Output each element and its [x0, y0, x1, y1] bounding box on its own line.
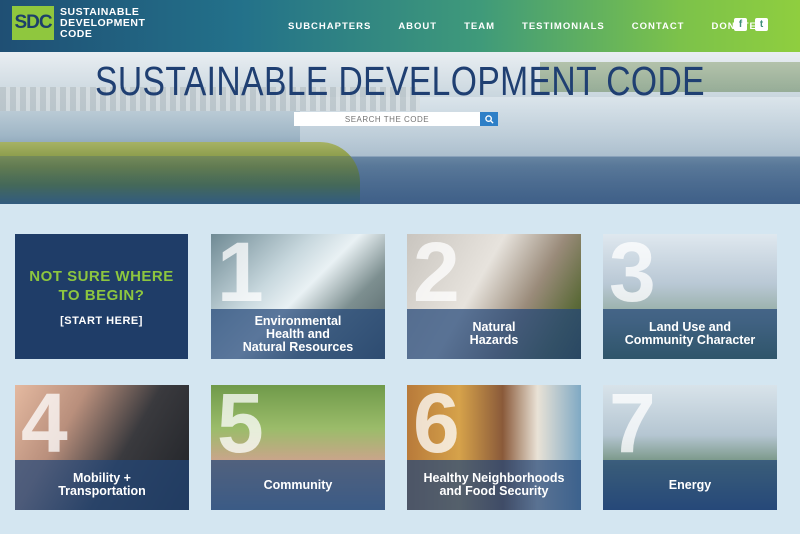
tile-number: 1	[217, 234, 264, 319]
site-logo[interactable]: SDC SUSTAINABLE DEVELOPMENT CODE	[12, 6, 145, 40]
top-nav: SDC SUSTAINABLE DEVELOPMENT CODE SUBCHAP…	[0, 0, 800, 52]
tile-land-use[interactable]: 3 Land Use and Community Character	[603, 234, 777, 359]
start-here-card[interactable]: NOT SURE WHERE TO BEGIN? [START HERE]	[15, 234, 188, 359]
tile-label: Healthy Neighborhoods and Food Security	[407, 460, 581, 510]
tile-label: Environmental Health and Natural Resourc…	[211, 309, 385, 359]
tile-environmental-health[interactable]: 1 Environmental Health and Natural Resou…	[211, 234, 385, 359]
tile-mobility[interactable]: 4 Mobility + Transportation	[15, 385, 189, 510]
logo-line: SUSTAINABLE	[60, 5, 140, 18]
tile-number: 6	[413, 385, 460, 470]
tile-label: Energy	[603, 460, 777, 510]
tile-number: 7	[609, 385, 656, 470]
hero-band	[0, 156, 800, 204]
page-title: SUSTAINABLE DEVELOPMENT CODE	[95, 58, 705, 104]
nav-link-about[interactable]: ABOUT	[398, 21, 437, 32]
logo-line: CODE	[60, 27, 93, 40]
tile-natural-hazards[interactable]: 2 Natural Hazards	[407, 234, 581, 359]
start-here-link[interactable]: [START HERE]	[60, 315, 143, 327]
tile-number: 5	[217, 385, 264, 470]
nav-link-team[interactable]: TEAM	[464, 21, 495, 32]
tile-label: Natural Hazards	[407, 309, 581, 359]
logo-wordmark: SUSTAINABLE DEVELOPMENT CODE	[60, 5, 146, 40]
tile-label: Mobility + Transportation	[15, 460, 189, 510]
logo-mark: SDC	[12, 6, 54, 40]
nav-link-contact[interactable]: CONTACT	[632, 21, 685, 32]
tile-number: 4	[21, 385, 68, 470]
tile-number: 2	[413, 234, 460, 319]
tile-number: 3	[609, 234, 656, 319]
tile-label: Land Use and Community Character	[603, 309, 777, 359]
nav-link-subchapters[interactable]: SUBCHAPTERS	[288, 21, 371, 32]
tile-label: Community	[211, 460, 385, 510]
hero-banner: SUSTAINABLE DEVELOPMENT CODE	[0, 52, 800, 204]
tile-energy[interactable]: 7 Energy	[603, 385, 777, 510]
start-question: NOT SURE WHERE TO BEGIN?	[29, 267, 174, 304]
logo-line: DEVELOPMENT	[60, 16, 146, 29]
twitter-icon[interactable]: t	[755, 18, 768, 31]
search-input[interactable]	[294, 112, 480, 126]
main-menu: SUBCHAPTERS ABOUT TEAM TESTIMONIALS CONT…	[288, 0, 784, 52]
nav-link-testimonials[interactable]: TESTIMONIALS	[522, 21, 605, 32]
social-links: f t	[726, 18, 768, 31]
facebook-icon[interactable]: f	[734, 18, 747, 31]
search-bar	[294, 112, 498, 126]
tile-community[interactable]: 5 Community	[211, 385, 385, 510]
tile-healthy-neighborhoods[interactable]: 6 Healthy Neighborhoods and Food Securit…	[407, 385, 581, 510]
search-icon[interactable]	[480, 112, 498, 126]
